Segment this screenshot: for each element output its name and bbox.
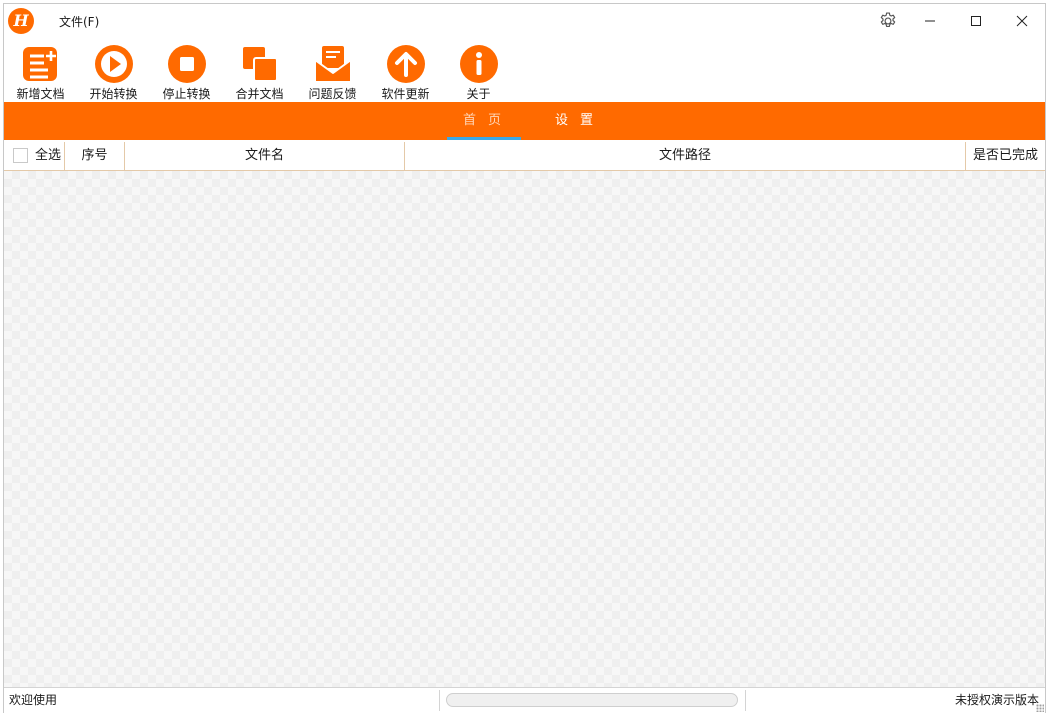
settings-gear-button[interactable] [871, 4, 905, 38]
select-all-column[interactable]: 全选 [4, 142, 65, 170]
select-all-checkbox[interactable] [13, 148, 28, 163]
title-bar: H 文件(F) [4, 4, 1045, 38]
start-convert-label: 开始转换 [89, 87, 138, 101]
column-header-index[interactable]: 序号 [65, 142, 125, 170]
stop-convert-label: 停止转换 [162, 87, 211, 101]
close-button[interactable] [999, 4, 1045, 38]
close-icon [1016, 15, 1028, 27]
feedback-mail-icon [314, 46, 352, 83]
software-update-label: 软件更新 [381, 87, 430, 101]
nav-bar: 首页 设置 [4, 102, 1045, 140]
minimize-button[interactable] [907, 4, 953, 38]
toolbar: 新增文档 开始转换 停止转换 合并文档 问题反馈 软件更新 关于 [4, 40, 515, 102]
gear-icon [880, 12, 896, 27]
minimize-icon [925, 20, 935, 22]
file-table-body[interactable] [4, 171, 1045, 687]
column-header-filepath[interactable]: 文件路径 [405, 142, 966, 170]
status-divider [439, 690, 440, 711]
merge-icon [243, 47, 278, 82]
status-divider [745, 690, 746, 711]
column-header-filename[interactable]: 文件名 [125, 142, 405, 170]
menu-file[interactable]: 文件(F) [59, 13, 99, 30]
update-arrow-icon [387, 45, 425, 83]
status-message: 欢迎使用 [9, 693, 58, 707]
license-status: 未授权演示版本 [954, 693, 1039, 707]
resize-grip[interactable] [1036, 704, 1044, 712]
tab-settings[interactable]: 设置 [544, 102, 616, 140]
add-document-label: 新增文档 [16, 87, 65, 101]
progress-bar [446, 693, 738, 707]
app-logo: H [8, 8, 34, 34]
tab-home[interactable]: 首页 [454, 102, 522, 140]
app-window: H 文件(F) 新增文档 开始转换 停止转换 合并文档 问题反馈 软件更新 关于… [3, 3, 1046, 713]
start-convert-button[interactable]: 开始转换 [77, 40, 150, 102]
maximize-icon [971, 16, 981, 26]
merge-document-button[interactable]: 合并文档 [223, 40, 296, 102]
info-icon [460, 45, 498, 83]
stop-convert-button[interactable]: 停止转换 [150, 40, 223, 102]
status-bar: 欢迎使用 未授权演示版本 [4, 687, 1045, 713]
column-header-completed[interactable]: 是否已完成 [966, 142, 1045, 170]
add-document-button[interactable]: 新增文档 [4, 40, 77, 102]
stop-icon [168, 45, 206, 83]
add-document-icon [23, 47, 57, 81]
play-icon [95, 45, 133, 83]
feedback-button[interactable]: 问题反馈 [296, 40, 369, 102]
merge-document-label: 合并文档 [235, 87, 284, 101]
software-update-button[interactable]: 软件更新 [369, 40, 442, 102]
about-label: 关于 [466, 87, 491, 101]
file-table-header: 全选 序号 文件名 文件路径 是否已完成 [4, 142, 1045, 171]
feedback-label: 问题反馈 [308, 87, 357, 101]
active-tab-indicator [447, 137, 521, 140]
about-button[interactable]: 关于 [442, 40, 515, 102]
maximize-button[interactable] [953, 4, 999, 38]
select-all-label: 全选 [35, 148, 62, 163]
